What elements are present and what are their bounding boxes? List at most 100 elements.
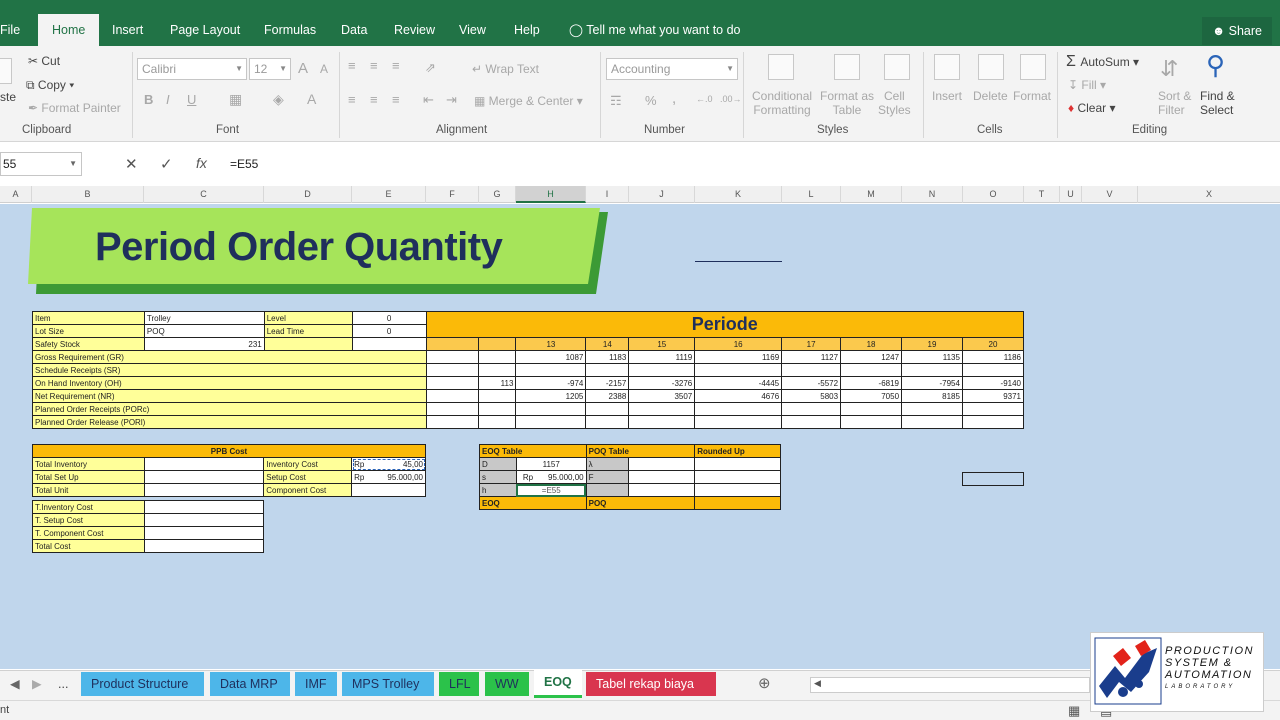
period-value[interactable] bbox=[840, 402, 903, 416]
tell-me-box[interactable]: ◯ Tell me what you want to do bbox=[565, 14, 745, 46]
tab-formulas[interactable]: Formulas bbox=[260, 14, 320, 46]
sheet-tab-lfl[interactable]: LFL bbox=[439, 672, 479, 696]
total-cost-label[interactable]: Total Cost bbox=[32, 539, 145, 553]
period-header[interactable]: 14 bbox=[585, 337, 630, 351]
f-label[interactable]: F bbox=[585, 470, 630, 484]
d-label[interactable]: D bbox=[479, 457, 517, 471]
period-value[interactable] bbox=[781, 415, 842, 429]
underline-button[interactable]: U bbox=[187, 92, 196, 107]
row-label[interactable]: On Hand Inventory (OH) bbox=[32, 376, 427, 390]
h-value-active-cell[interactable]: =E55 bbox=[515, 483, 587, 497]
period-value[interactable]: 1087 bbox=[515, 350, 587, 364]
period-value[interactable] bbox=[961, 415, 1025, 429]
horizontal-scrollbar[interactable]: ◀ bbox=[810, 677, 1090, 693]
period-value[interactable]: 4676 bbox=[694, 389, 783, 403]
period-value[interactable] bbox=[694, 363, 783, 377]
border-icon[interactable]: ▦ bbox=[229, 91, 242, 108]
period-value[interactable]: 9371 bbox=[961, 389, 1025, 403]
period-value[interactable] bbox=[901, 363, 963, 377]
setup-cost-value[interactable]: Rp 95.000,00 bbox=[351, 470, 426, 484]
period-value[interactable]: 1247 bbox=[840, 350, 903, 364]
item-value[interactable]: Trolley bbox=[143, 311, 265, 325]
lotsize-value[interactable]: POQ bbox=[143, 324, 265, 338]
tab-help[interactable]: Help bbox=[510, 14, 544, 46]
col-header[interactable]: B bbox=[32, 186, 144, 203]
col-header[interactable]: G bbox=[479, 186, 516, 203]
total-setup-label[interactable]: Total Set Up bbox=[32, 470, 145, 484]
tab-page-layout[interactable]: Page Layout bbox=[166, 14, 244, 46]
col-header[interactable]: I bbox=[586, 186, 629, 203]
currency-icon[interactable]: ☶ bbox=[610, 93, 622, 109]
row-label[interactable]: Schedule Receipts (SR) bbox=[32, 363, 427, 377]
period-value[interactable] bbox=[585, 402, 630, 416]
align-center-icon[interactable]: ≡ bbox=[370, 92, 378, 107]
eoq-table-title[interactable]: EOQ Table bbox=[479, 444, 587, 458]
safety-stock-value[interactable]: 231 bbox=[143, 337, 265, 351]
table-cell[interactable] bbox=[628, 470, 696, 484]
period-header[interactable]: 20 bbox=[961, 337, 1025, 351]
level-label[interactable]: Level bbox=[263, 311, 353, 325]
period-value[interactable]: 1186 bbox=[961, 350, 1025, 364]
t-inventory-cost-label[interactable]: T.Inventory Cost bbox=[32, 500, 145, 514]
safety-stock-label[interactable]: Safety Stock bbox=[32, 337, 145, 351]
col-header[interactable]: H bbox=[516, 186, 586, 203]
col-header[interactable]: O bbox=[963, 186, 1024, 203]
period-value[interactable] bbox=[515, 363, 587, 377]
table-cell[interactable] bbox=[585, 483, 630, 497]
col-header[interactable]: T bbox=[1024, 186, 1060, 203]
clear-button[interactable]: ♦ Clear ▾ bbox=[1068, 101, 1116, 115]
period-value[interactable] bbox=[515, 402, 587, 416]
table-cell[interactable] bbox=[694, 457, 781, 471]
period-value[interactable] bbox=[781, 363, 842, 377]
period-value[interactable]: -7954 bbox=[901, 376, 963, 390]
col-header[interactable]: N bbox=[902, 186, 963, 203]
row-label[interactable]: Net Requirement (NR) bbox=[32, 389, 427, 403]
item-label[interactable]: Item bbox=[32, 311, 145, 325]
period-value[interactable] bbox=[840, 415, 903, 429]
normal-view-icon[interactable]: ▦ bbox=[1068, 703, 1080, 719]
period-value[interactable]: -5572 bbox=[781, 376, 842, 390]
tab-view[interactable]: View bbox=[455, 14, 490, 46]
col-header[interactable]: X bbox=[1138, 186, 1280, 203]
period-value[interactable] bbox=[961, 363, 1025, 377]
col-header[interactable]: D bbox=[264, 186, 352, 203]
period-value[interactable]: -3276 bbox=[628, 376, 696, 390]
inventory-cost-value[interactable]: Rp 45,00 bbox=[351, 457, 426, 471]
row-label[interactable]: Planned Order Release (PORl) bbox=[32, 415, 427, 429]
increase-indent-icon[interactable]: ⇥ bbox=[446, 92, 457, 108]
sort-filter-button[interactable]: Sort & Filter bbox=[1158, 89, 1191, 117]
copy-button[interactable]: ⧉ Copy ▾ bbox=[26, 78, 74, 93]
period-value[interactable] bbox=[585, 363, 630, 377]
table-cell[interactable] bbox=[425, 337, 480, 351]
sheet-tab-tabel-rekap-biaya[interactable]: Tabel rekap biaya bbox=[586, 672, 716, 696]
add-sheet-icon[interactable]: ⊕ bbox=[748, 672, 781, 696]
sheet-tab-data-mrp[interactable]: Data MRP bbox=[210, 672, 290, 696]
number-format-select[interactable]: Accounting ▼ bbox=[606, 58, 738, 80]
decrease-indent-icon[interactable]: ⇤ bbox=[423, 92, 434, 108]
col-header[interactable]: J bbox=[629, 186, 695, 203]
period-value[interactable] bbox=[961, 402, 1025, 416]
format-cells-button[interactable]: Format bbox=[1013, 89, 1051, 103]
sheet-tab-product-structure[interactable]: Product Structure bbox=[81, 672, 204, 696]
period-value[interactable]: -6819 bbox=[840, 376, 903, 390]
s-value[interactable]: Rp 95.000,00 bbox=[515, 470, 587, 484]
table-cell[interactable] bbox=[425, 389, 480, 403]
period-value[interactable]: 2388 bbox=[585, 389, 630, 403]
sheet-tab-mps-trolley[interactable]: MPS Trolley bbox=[342, 672, 434, 696]
table-cell[interactable] bbox=[478, 337, 517, 351]
increase-decimal-icon[interactable]: ←.0 bbox=[696, 94, 713, 104]
col-header[interactable]: M bbox=[841, 186, 902, 203]
period-value[interactable] bbox=[515, 415, 587, 429]
period-value[interactable]: 8185 bbox=[901, 389, 963, 403]
component-cost-value[interactable] bbox=[351, 483, 426, 497]
table-cell[interactable] bbox=[478, 363, 517, 377]
col-header[interactable]: F bbox=[426, 186, 479, 203]
share-button[interactable]: ☻ Share bbox=[1202, 17, 1272, 45]
period-value[interactable] bbox=[585, 415, 630, 429]
d-value[interactable]: 1157 bbox=[515, 457, 587, 471]
total-unit-label[interactable]: Total Unit bbox=[32, 483, 145, 497]
period-value[interactable] bbox=[901, 402, 963, 416]
period-value[interactable]: 1127 bbox=[781, 350, 842, 364]
period-value[interactable] bbox=[628, 363, 696, 377]
period-value[interactable]: 1169 bbox=[694, 350, 783, 364]
